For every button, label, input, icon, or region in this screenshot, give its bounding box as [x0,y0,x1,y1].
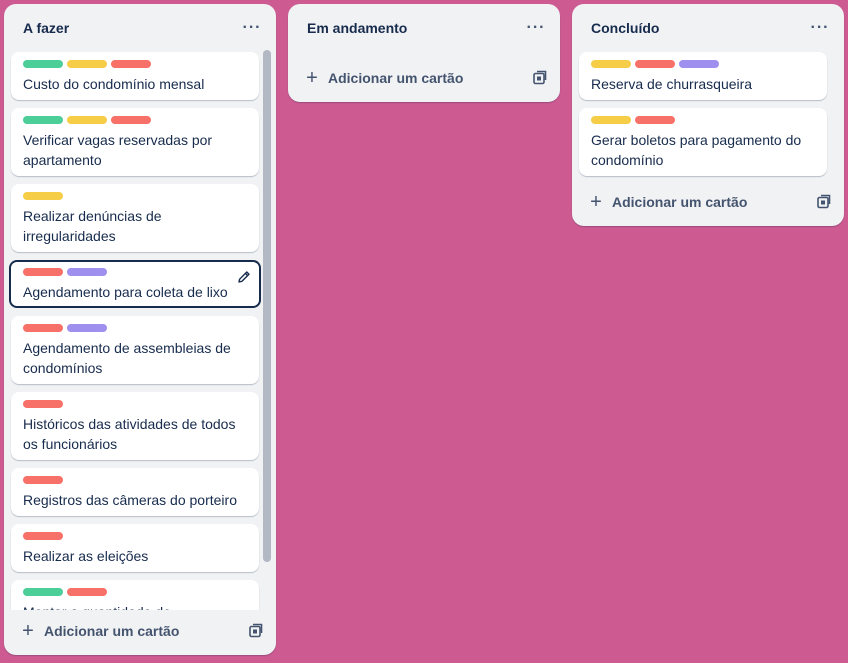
template-icon[interactable] [816,194,832,210]
label-red[interactable] [111,60,151,68]
card[interactable]: Montar a quantidade de [11,580,259,610]
label-purple[interactable] [67,324,107,332]
label-red[interactable] [67,588,107,596]
card-labels [23,116,247,124]
card-list: Custo do condomínio mensal Verificar vag… [4,52,276,610]
list-a-fazer: A fazer ··· Custo do condomínio mensal V… [4,4,276,655]
card-title: Realizar denúncias de irregularidades [23,208,162,244]
label-purple[interactable] [679,60,719,68]
template-icon[interactable] [248,623,264,639]
add-card-button[interactable]: + Adicionar um cartão [20,621,248,641]
card[interactable]: Registros das câmeras do porteiro [11,468,259,516]
label-yellow[interactable] [23,192,63,200]
card-hovered[interactable]: Agendamento para coleta de lixo [9,260,261,308]
add-card-button[interactable]: + Adicionar um cartão [588,192,816,212]
card-labels [23,532,247,540]
scrollbar-thumb[interactable] [263,50,271,562]
label-red[interactable] [23,532,63,540]
card-labels [591,60,815,68]
label-green[interactable] [23,60,63,68]
more-horizontal-icon[interactable]: ··· [240,16,264,40]
card-title: Gerar boletos para pagamento do condomín… [591,132,802,168]
card-title: Montar a quantidade de [23,602,247,610]
card-labels [591,116,815,124]
add-card-row: + Adicionar um cartão [4,611,276,651]
list-title[interactable]: Em andamento [307,20,407,36]
list-header: Em andamento ··· [288,4,560,52]
add-card-label: Adicionar um cartão [612,194,748,210]
plus-icon: + [306,67,318,89]
card-title: Agendamento de assembleias de condomínio… [23,340,231,376]
card-labels [23,476,247,484]
card-title: Custo do condomínio mensal [23,76,205,92]
card-title: Registros das câmeras do porteiro [23,492,237,508]
list-title[interactable]: A fazer [23,20,69,36]
card-labels [23,268,249,276]
plus-icon: + [22,620,34,642]
card-labels [23,192,247,200]
list-concluido: Concluído ··· Reserva de churrasqueira G… [572,4,844,226]
add-card-row: + Adicionar um cartão [288,58,560,98]
add-card-label: Adicionar um cartão [328,70,464,86]
label-red[interactable] [111,116,151,124]
card[interactable]: Realizar denúncias de irregularidades [11,184,259,252]
label-green[interactable] [23,588,63,596]
card-labels [23,400,247,408]
scrollbar[interactable] [263,50,271,562]
list-header: A fazer ··· [4,4,276,52]
list-title[interactable]: Concluído [591,20,659,36]
label-red[interactable] [635,116,675,124]
label-red[interactable] [23,324,63,332]
card[interactable]: Custo do condomínio mensal [11,52,259,100]
card[interactable]: Gerar boletos para pagamento do condomín… [579,108,827,176]
label-yellow[interactable] [591,116,631,124]
card-labels [23,588,247,596]
card-title: Agendamento para coleta de lixo [23,284,228,300]
card-title: Verificar vagas reservadas por apartamen… [23,132,213,168]
card-title: Realizar as eleições [23,548,149,564]
list-header: Concluído ··· [572,4,844,52]
plus-icon: + [590,191,602,213]
card[interactable]: Realizar as eleições [11,524,259,572]
more-horizontal-icon[interactable]: ··· [524,16,548,40]
label-red[interactable] [23,476,63,484]
card[interactable]: Verificar vagas reservadas por apartamen… [11,108,259,176]
template-icon[interactable] [532,70,548,86]
label-green[interactable] [23,116,63,124]
label-yellow[interactable] [591,60,631,68]
add-card-row: + Adicionar um cartão [572,182,844,222]
card-labels [23,60,247,68]
pencil-icon[interactable] [237,270,251,284]
list-em-andamento: Em andamento ··· + Adicionar um cartão [288,4,560,102]
label-red[interactable] [635,60,675,68]
card-title: Reserva de churrasqueira [591,76,753,92]
label-red[interactable] [23,400,63,408]
more-horizontal-icon[interactable]: ··· [808,16,832,40]
card[interactable]: Reserva de churrasqueira [579,52,827,100]
label-red[interactable] [23,268,63,276]
card-title: Históricos das atividades de todos os fu… [23,416,236,452]
add-card-label: Adicionar um cartão [44,623,180,639]
label-yellow[interactable] [67,60,107,68]
label-yellow[interactable] [67,116,107,124]
card[interactable]: Históricos das atividades de todos os fu… [11,392,259,460]
add-card-button[interactable]: + Adicionar um cartão [304,68,532,88]
card-labels [23,324,247,332]
label-purple[interactable] [67,268,107,276]
card[interactable]: Agendamento de assembleias de condomínio… [11,316,259,384]
